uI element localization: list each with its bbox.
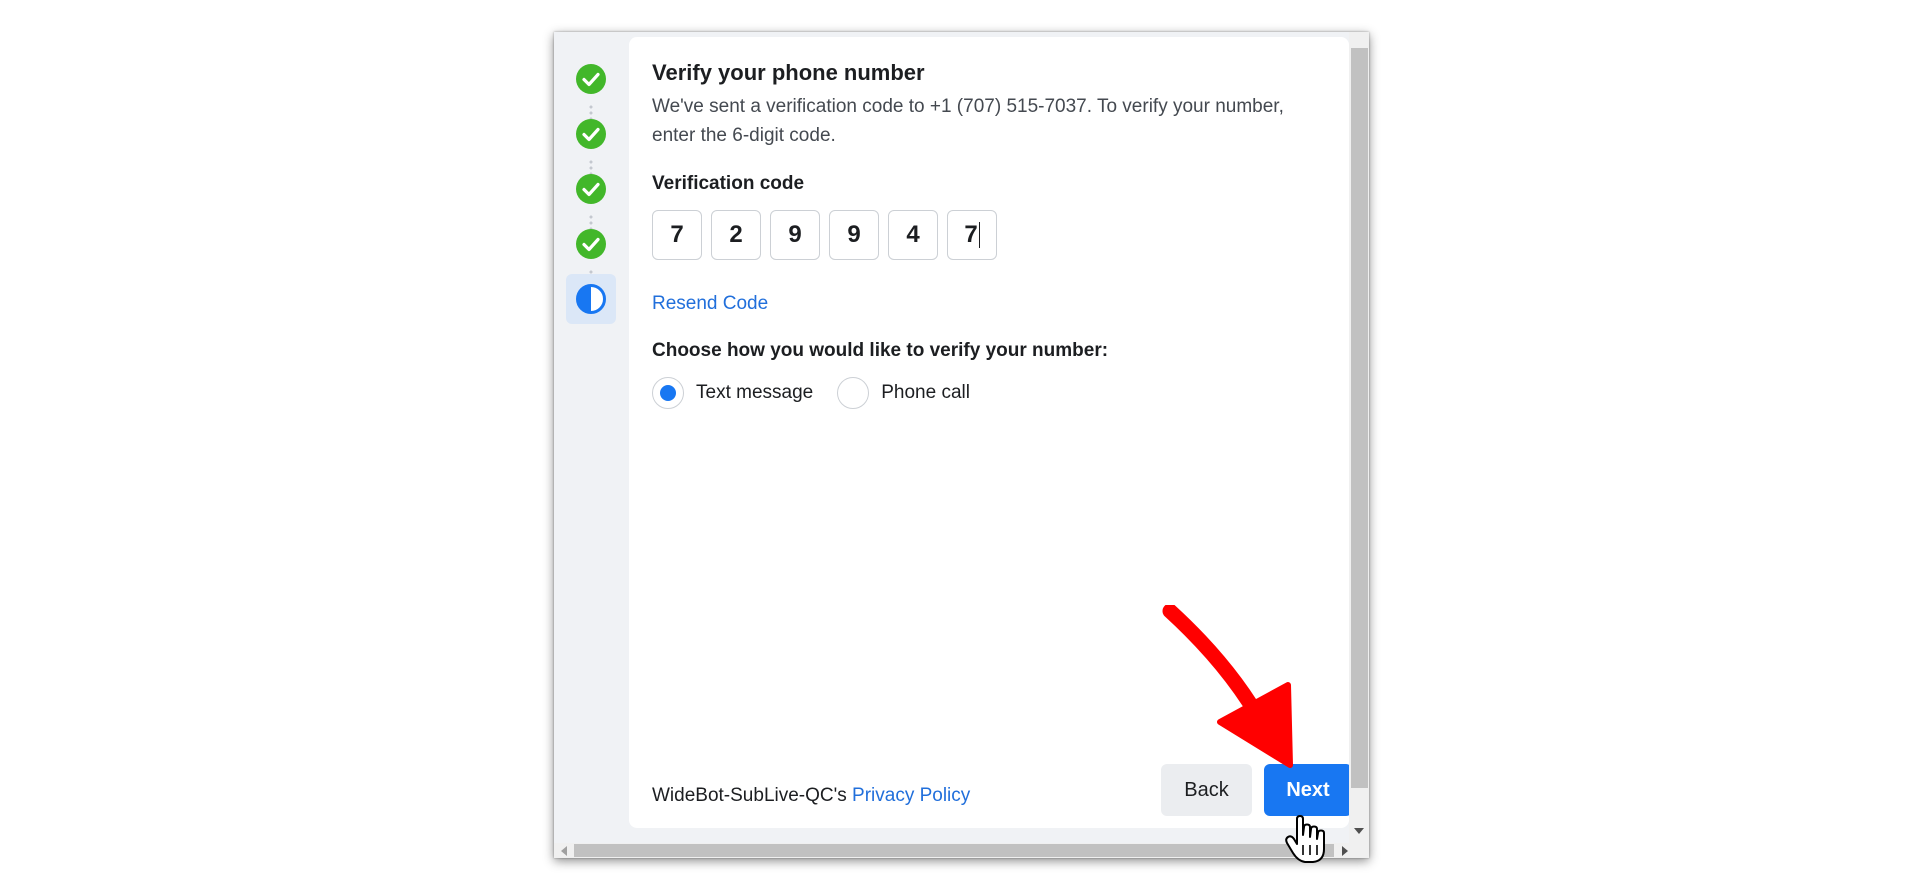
code-digit-1[interactable]: 7 — [652, 210, 702, 260]
vertical-scrollbar[interactable] — [1349, 32, 1369, 843]
scroll-left-arrow-icon[interactable] — [561, 846, 567, 856]
half-circle-icon — [576, 284, 606, 314]
scroll-down-arrow-icon[interactable] — [1354, 828, 1364, 834]
resend-code-link[interactable]: Resend Code — [652, 293, 768, 315]
code-digit-3[interactable]: 9 — [770, 210, 820, 260]
verification-method-prompt: Choose how you would like to verify your… — [652, 340, 1109, 361]
code-digit-4[interactable]: 9 — [829, 210, 879, 260]
back-button[interactable]: Back — [1161, 764, 1252, 816]
step-5-current — [566, 274, 616, 324]
horizontal-scrollbar-thumb[interactable] — [574, 844, 1334, 857]
horizontal-scrollbar[interactable] — [554, 843, 1369, 858]
annotation-arrow-icon — [1162, 605, 1293, 768]
code-digit-5[interactable]: 4 — [888, 210, 938, 260]
step-4-complete — [566, 219, 616, 269]
phone-call-label[interactable]: Phone call — [881, 382, 970, 404]
verification-code-label: Verification code — [652, 173, 805, 194]
check-circle-icon — [576, 174, 606, 204]
text-message-label[interactable]: Text message — [696, 382, 813, 404]
text-message-radio[interactable] — [652, 377, 684, 409]
app-name: WideBot-SubLive-QC's — [652, 785, 847, 806]
code-digit-value: 9 — [788, 221, 802, 248]
privacy-policy-link[interactable]: Privacy Policy — [852, 785, 970, 806]
verification-method-options: Text message Phone call — [652, 377, 994, 409]
page-title: Verify your phone number — [652, 60, 925, 85]
check-circle-icon — [576, 64, 606, 94]
code-digit-6[interactable]: 7 — [947, 210, 997, 260]
next-button[interactable]: Next — [1264, 764, 1352, 816]
verification-description: We've sent a verification code to +1 (70… — [652, 96, 1284, 146]
code-digit-value: 4 — [906, 221, 920, 248]
scroll-right-arrow-icon[interactable] — [1342, 846, 1348, 856]
step-3-complete — [566, 164, 616, 214]
footer-privacy-text: WideBot-SubLive-QC's Privacy Policy — [652, 785, 970, 807]
hand-cursor-icon — [1285, 815, 1325, 863]
check-circle-icon — [576, 119, 606, 149]
phone-call-radio[interactable] — [837, 377, 870, 409]
progress-stepper — [554, 32, 628, 858]
code-digit-2[interactable]: 2 — [711, 210, 761, 260]
code-digit-value: 2 — [729, 221, 743, 248]
verification-code-input-group: 7 2 9 9 4 7 — [652, 210, 997, 260]
code-digit-value: 9 — [847, 221, 861, 248]
check-circle-icon — [576, 229, 606, 259]
radio-selected-dot — [660, 385, 676, 401]
code-digit-value: 7 — [670, 221, 684, 248]
vertical-scrollbar-thumb[interactable] — [1351, 48, 1368, 788]
text-caret — [978, 222, 980, 248]
code-digit-value: 7 — [964, 221, 978, 248]
step-2-complete — [566, 109, 616, 159]
step-1-complete — [566, 54, 616, 104]
